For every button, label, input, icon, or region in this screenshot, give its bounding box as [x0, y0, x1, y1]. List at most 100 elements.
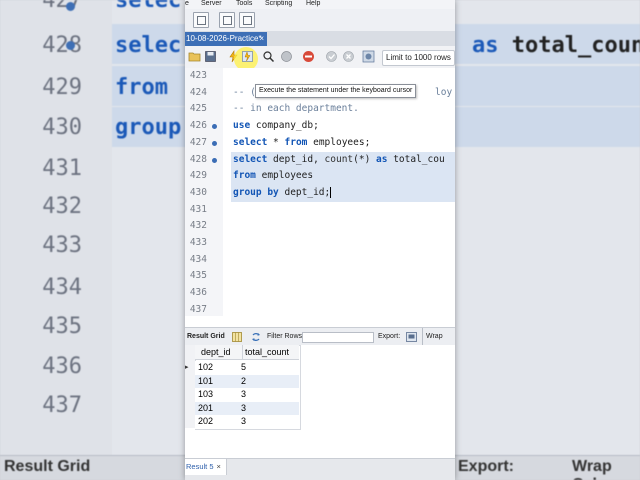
- menu-item-server[interactable]: Server: [201, 0, 222, 8]
- cell-dept-id[interactable]: 101: [198, 375, 213, 389]
- editor-line: 435: [185, 268, 455, 285]
- line-number: 424: [189, 86, 207, 98]
- line-number: 425: [189, 103, 207, 115]
- new-query-icon[interactable]: [193, 12, 209, 28]
- editor-line: 427 select * from employees;: [185, 135, 455, 152]
- main-toolbar: [185, 9, 455, 32]
- cell-total-count[interactable]: 5: [241, 361, 246, 375]
- background-code-tail: as total_coun: [472, 33, 640, 58]
- result-grid-label[interactable]: Result Grid: [187, 328, 225, 346]
- execute-current-statement-icon[interactable]: [241, 50, 254, 63]
- reconnect-icon[interactable]: [239, 12, 255, 28]
- cell-total-count[interactable]: 3: [241, 388, 246, 402]
- menu-item-tools[interactable]: Tools: [236, 0, 252, 8]
- background-result-grid-label: Result Grid: [4, 458, 91, 475]
- line-number: 423: [189, 70, 207, 81]
- save-icon[interactable]: [204, 50, 217, 63]
- background-wrap-label: Wrap Cel: [572, 458, 612, 480]
- background-line-number: 435: [42, 314, 82, 339]
- table-row[interactable]: 103 3: [195, 388, 299, 402]
- line-number: 431: [189, 203, 207, 215]
- limit-rows-select[interactable]: Limit to 1000 rows: [382, 50, 455, 66]
- line-number: 433: [189, 237, 207, 248]
- toggle-stop-on-error-icon[interactable]: [302, 50, 315, 63]
- grid-icon[interactable]: [232, 332, 242, 342]
- column-header-total-count[interactable]: total_count: [243, 345, 299, 360]
- line-number: 434: [189, 253, 207, 265]
- result-grid: dept_id total_count ▸ 102 5 101 2 103 3 …: [185, 345, 455, 458]
- cell-dept-id[interactable]: 202: [198, 415, 213, 429]
- code-line-use: use company_db;: [233, 120, 319, 132]
- line-number: 437: [189, 303, 207, 315]
- statement-marker-dot: [212, 124, 217, 130]
- background-line-number: 436: [42, 354, 82, 379]
- editor-line: 430 group by dept_id;: [185, 185, 455, 202]
- result-tabs: Result 5 ×: [185, 458, 455, 480]
- cell-dept-id[interactable]: 103: [198, 388, 213, 402]
- result-tab-label: Result 5: [186, 462, 214, 471]
- background-code: from: [115, 75, 168, 100]
- editor-line: 428 select dept_id, count(*) as total_co…: [185, 152, 455, 169]
- result-tab[interactable]: Result 5 ×: [185, 459, 227, 475]
- inspector-icon[interactable]: [219, 12, 235, 28]
- refresh-icon[interactable]: [251, 332, 261, 342]
- editor-line: 429 from employees: [185, 168, 455, 185]
- sql-editor[interactable]: 423 424 -- ( loy 425 -- in each departme…: [185, 68, 455, 316]
- background-line-number: 429: [42, 75, 82, 100]
- table-row[interactable]: 201 3: [195, 401, 299, 416]
- editor-line: 425 -- in each department.: [185, 101, 455, 118]
- query-tab[interactable]: 10-08-2026-Practice* ×: [185, 32, 267, 46]
- line-number: 430: [189, 186, 207, 198]
- background-code: selec: [115, 0, 182, 13]
- column-header-dept-id[interactable]: dept_id: [195, 345, 243, 360]
- current-row-pointer-icon: ▸: [185, 364, 189, 371]
- statement-marker-dot: [212, 140, 217, 146]
- line-number: 428: [189, 153, 207, 165]
- filter-rows-input[interactable]: [302, 332, 374, 343]
- background-line-number: 437: [42, 393, 82, 418]
- menu-item-scripting[interactable]: Scripting: [265, 0, 292, 8]
- autocommit-icon[interactable]: [362, 50, 375, 63]
- explain-icon[interactable]: [262, 50, 275, 63]
- background-line-number: 432: [42, 194, 82, 219]
- cell-total-count[interactable]: 2: [241, 375, 246, 389]
- menu-item-help[interactable]: Help: [306, 0, 320, 8]
- background-statement-dot: [66, 41, 75, 50]
- close-icon[interactable]: ×: [217, 462, 221, 471]
- background-code: group: [115, 115, 182, 140]
- background-code: selec: [115, 33, 182, 58]
- editor-line: 437: [185, 302, 455, 319]
- export-icon[interactable]: [406, 332, 417, 342]
- filter-rows-label: Filter Rows:: [267, 333, 304, 340]
- cell-dept-id[interactable]: 102: [198, 361, 213, 375]
- menu-bar: e Server Tools Scripting Help: [185, 0, 455, 9]
- cell-total-count[interactable]: 3: [241, 402, 246, 416]
- line-number: 427: [189, 136, 207, 148]
- code-line-select-all: select * from employees;: [233, 136, 371, 148]
- sql-editor-toolbar: Limit to 1000 rows: [185, 46, 455, 71]
- query-tab-title: 10-08-2026-Practice*: [186, 34, 262, 43]
- table-row[interactable]: 101 2: [195, 374, 299, 389]
- editor-line: 431: [185, 202, 455, 219]
- menu-item-edit[interactable]: e: [185, 0, 189, 8]
- code-line-group-by: group by dept_id;: [233, 186, 332, 198]
- editor-line: 432: [185, 218, 455, 235]
- table-row[interactable]: 202 3: [195, 415, 299, 429]
- close-icon[interactable]: ×: [259, 32, 264, 46]
- rollback-icon[interactable]: [342, 50, 355, 63]
- background-line-number: 431: [42, 156, 82, 181]
- background-line-number: 434: [42, 275, 82, 300]
- open-folder-icon[interactable]: [188, 50, 201, 63]
- cell-total-count[interactable]: 3: [241, 415, 246, 429]
- text-cursor: [330, 186, 332, 198]
- query-tab-bar: 10-08-2026-Practice* ×: [185, 31, 455, 46]
- code-line-from: from employees: [233, 170, 314, 182]
- editor-line: 423: [185, 68, 455, 85]
- stop-icon[interactable]: [280, 50, 293, 63]
- code-line-select-count: select dept_id, count(*) as total_cou: [233, 153, 445, 165]
- table-row[interactable]: 102 5: [195, 361, 299, 375]
- cell-dept-id[interactable]: 201: [198, 402, 213, 416]
- line-number: 436: [189, 287, 207, 299]
- editor-line: 436: [185, 285, 455, 302]
- commit-icon[interactable]: [325, 50, 338, 63]
